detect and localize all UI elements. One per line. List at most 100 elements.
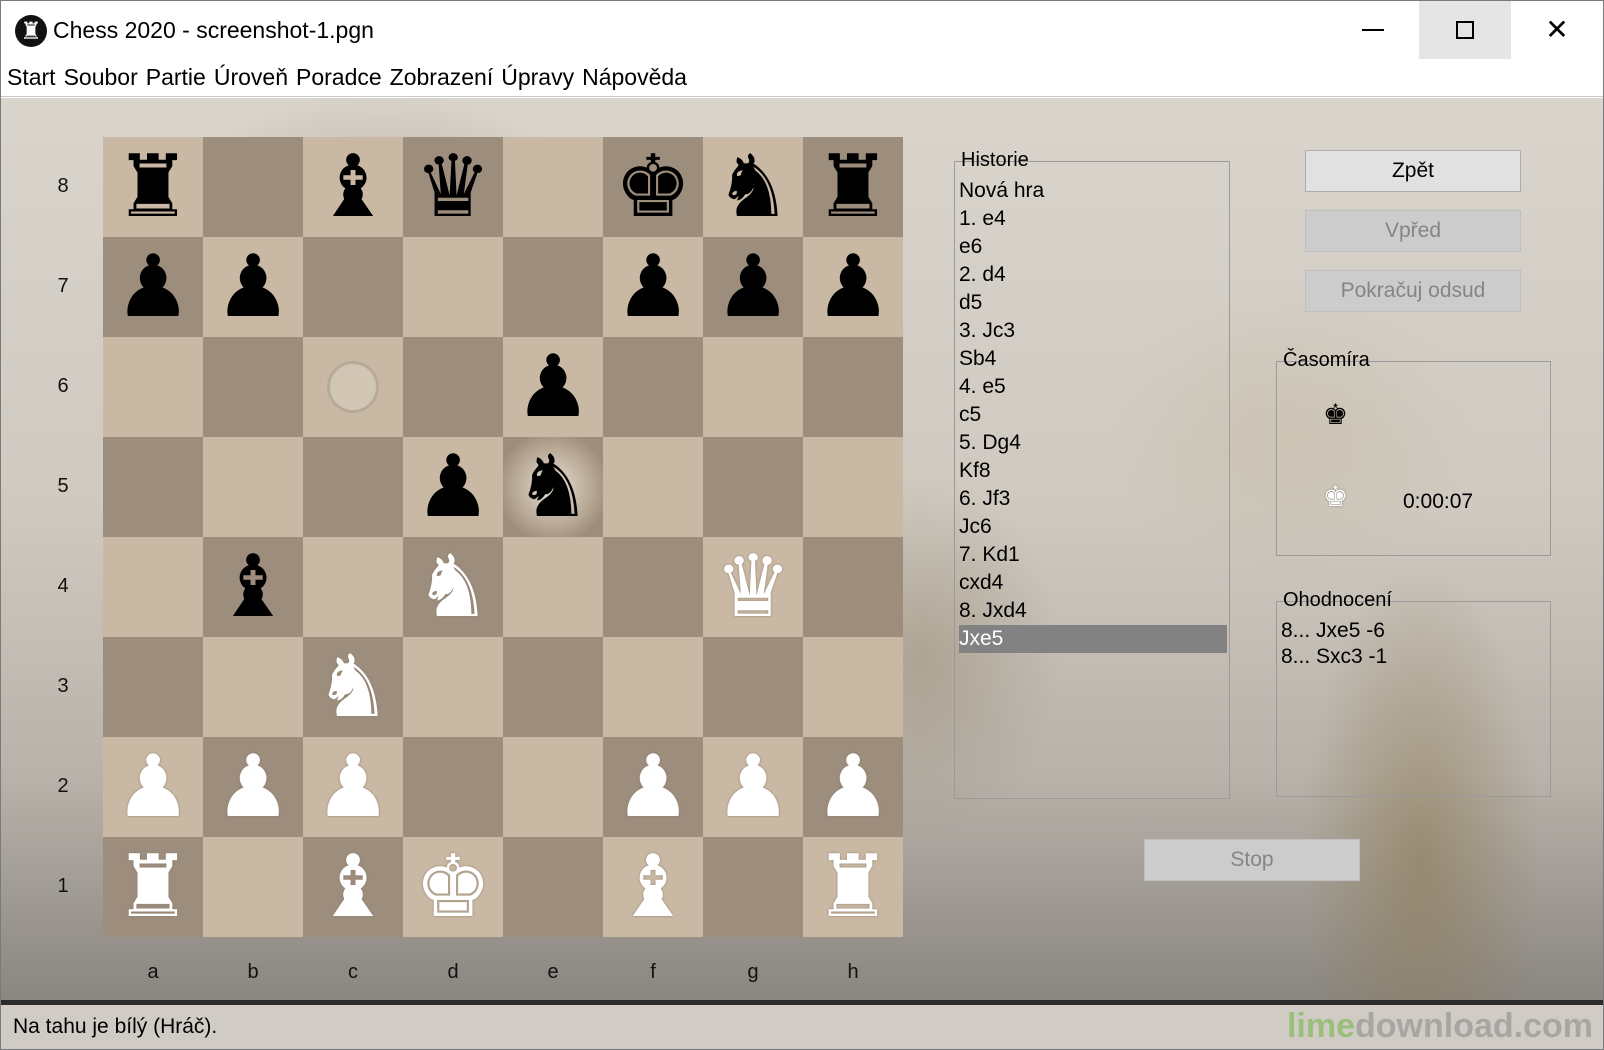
square-c1[interactable]: ♝ [303,837,403,937]
menu-partie[interactable]: Partie [146,64,206,91]
maximize-button[interactable] [1419,1,1511,59]
black-rook-icon[interactable]: ♜ [814,137,891,237]
square-b2[interactable]: ♟ [203,737,303,837]
back-button[interactable]: Zpět [1305,150,1521,192]
square-e6[interactable]: ♟ [503,337,603,437]
history-move-item[interactable]: Nová hra [959,177,1227,205]
white-knight-icon[interactable]: ♞ [314,637,391,737]
square-e3[interactable] [503,637,603,737]
menu-start[interactable]: Start [7,64,56,91]
history-move-item[interactable]: e6 [959,233,1227,261]
white-queen-icon[interactable]: ♛ [714,537,791,637]
menu-upravy[interactable]: Úpravy [501,64,574,91]
menu-zobrazeni[interactable]: Zobrazení [390,64,494,91]
square-c2[interactable]: ♟ [303,737,403,837]
square-b7[interactable]: ♟ [203,237,303,337]
black-pawn-icon[interactable]: ♟ [714,237,791,337]
square-f7[interactable]: ♟ [603,237,703,337]
black-pawn-icon[interactable]: ♟ [114,237,191,337]
square-g6[interactable] [703,337,803,437]
history-move-item[interactable]: 3. Jc3 [959,317,1227,345]
history-move-item[interactable]: 2. d4 [959,261,1227,289]
square-d2[interactable] [403,737,503,837]
history-move-item[interactable]: c5 [959,401,1227,429]
history-move-item[interactable]: Jc6 [959,513,1227,541]
square-a2[interactable]: ♟ [103,737,203,837]
history-move-item[interactable]: cxd4 [959,569,1227,597]
black-pawn-icon[interactable]: ♟ [814,237,891,337]
square-a6[interactable] [103,337,203,437]
square-f4[interactable] [603,537,703,637]
white-king-icon[interactable]: ♚ [414,837,491,937]
move-history-list[interactable]: Nová hra 1. e4 e6 2. d4 d5 3. Jc3 Sb4 4. e5 c5 5.… [959,177,1227,653]
square-c8[interactable]: ♝ [303,137,403,237]
square-a8[interactable]: ♜ [103,137,203,237]
black-knight-icon[interactable]: ♞ [714,137,791,237]
square-g1[interactable] [703,837,803,937]
square-c6[interactable] [303,337,403,437]
menu-soubor[interactable]: Soubor [64,64,138,91]
menu-poradce[interactable]: Poradce [296,64,382,91]
square-e1[interactable] [503,837,603,937]
white-pawn-icon[interactable]: ♟ [214,737,291,837]
white-bishop-icon[interactable]: ♝ [614,837,691,937]
square-f8[interactable]: ♚ [603,137,703,237]
history-move-item[interactable]: Jxe5 [959,625,1227,653]
black-pawn-icon[interactable]: ♟ [614,237,691,337]
square-b8[interactable] [203,137,303,237]
square-h2[interactable]: ♟ [803,737,903,837]
square-a4[interactable] [103,537,203,637]
square-d6[interactable] [403,337,503,437]
menu-napoveda[interactable]: Nápověda [582,64,687,91]
square-e4[interactable] [503,537,603,637]
square-b3[interactable] [203,637,303,737]
square-h1[interactable]: ♜ [803,837,903,937]
white-knight-icon[interactable]: ♞ [414,537,491,637]
continue-from-here-button[interactable]: Pokračuj odsud [1305,270,1521,312]
square-f6[interactable] [603,337,703,437]
white-rook-icon[interactable]: ♜ [814,837,891,937]
black-queen-icon[interactable]: ♛ [414,137,491,237]
history-move-item[interactable]: 6. Jf3 [959,485,1227,513]
square-f1[interactable]: ♝ [603,837,703,937]
black-bishop-icon[interactable]: ♝ [214,537,291,637]
menu-uroven[interactable]: Úroveň [214,64,288,91]
square-g3[interactable] [703,637,803,737]
history-move-item[interactable]: 7. Kd1 [959,541,1227,569]
chess-board[interactable]: ♜ ♝ ♛ ♚ ♞ ♜ ♟ ♟ ♟ ♟ ♟ ♟ ♟ ♞ ♝ ♞ ♛ ♞ ♟ ♟ ♟ ♟ ♟ ♟ ♜ ♝ ♚ ♝ ♜ [103,137,903,937]
history-move-item[interactable]: 1. e4 [959,205,1227,233]
black-knight-icon[interactable]: ♞ [514,437,591,537]
square-h5[interactable] [803,437,903,537]
black-rook-icon[interactable]: ♜ [114,137,191,237]
square-d5[interactable]: ♟ [403,437,503,537]
square-g7[interactable]: ♟ [703,237,803,337]
square-e5[interactable]: ♞ [503,437,603,537]
black-pawn-icon[interactable]: ♟ [214,237,291,337]
history-move-item[interactable]: Kf8 [959,457,1227,485]
white-rook-icon[interactable]: ♜ [114,837,191,937]
history-move-item[interactable]: 4. e5 [959,373,1227,401]
close-button[interactable]: ✕ [1511,1,1603,59]
black-king-icon[interactable]: ♚ [614,137,691,237]
square-c5[interactable] [303,437,403,537]
square-e7[interactable] [503,237,603,337]
square-c4[interactable] [303,537,403,637]
square-b1[interactable] [203,837,303,937]
white-pawn-icon[interactable]: ♟ [314,737,391,837]
square-f2[interactable]: ♟ [603,737,703,837]
square-d4[interactable]: ♞ [403,537,503,637]
square-a3[interactable] [103,637,203,737]
stop-button[interactable]: Stop [1144,839,1360,881]
forward-button[interactable]: Vpřed [1305,210,1521,252]
square-d3[interactable] [403,637,503,737]
square-h6[interactable] [803,337,903,437]
white-pawn-icon[interactable]: ♟ [714,737,791,837]
square-f3[interactable] [603,637,703,737]
square-e2[interactable] [503,737,603,837]
history-move-item[interactable]: 8. Jxd4 [959,597,1227,625]
square-h8[interactable]: ♜ [803,137,903,237]
square-f5[interactable] [603,437,703,537]
black-bishop-icon[interactable]: ♝ [314,137,391,237]
square-d8[interactable]: ♛ [403,137,503,237]
history-move-item[interactable]: Sb4 [959,345,1227,373]
